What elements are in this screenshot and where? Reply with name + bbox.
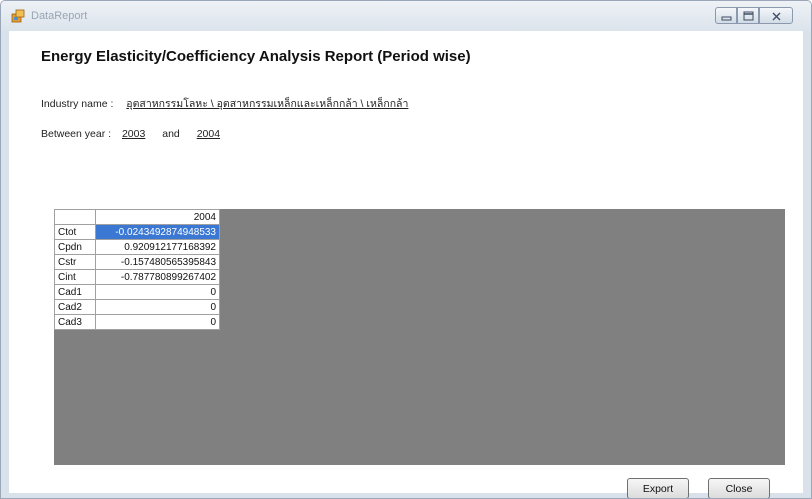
table-row[interactable]: Ctot -0.0243492874948533: [54, 224, 220, 240]
maximize-button[interactable]: [737, 7, 759, 24]
value-cell[interactable]: -0.0243492874948533: [95, 224, 220, 240]
table-row[interactable]: Cstr -0.157480565395843: [54, 254, 220, 270]
close-window-button[interactable]: [759, 7, 793, 24]
year-from: 2003: [121, 128, 146, 140]
report-heading: Energy Elasticity/Coefficiency Analysis …: [41, 48, 471, 65]
minimize-button[interactable]: [715, 7, 737, 24]
title-bar[interactable]: DataReport: [1, 1, 811, 31]
data-grid[interactable]: 2004 Ctot -0.0243492874948533 Cpdn 0.9209121…: [54, 209, 785, 465]
year-and-label: and: [162, 128, 180, 140]
value-cell[interactable]: -0.787780899267402: [95, 269, 220, 285]
maximize-icon: [743, 11, 754, 21]
year-to: 2004: [196, 128, 221, 140]
row-header[interactable]: Cad2: [54, 299, 96, 315]
row-header[interactable]: Ctot: [54, 224, 96, 240]
table-row[interactable]: Cpdn 0.920912177168392: [54, 239, 220, 255]
row-header[interactable]: Cstr: [54, 254, 96, 270]
row-header[interactable]: Cint: [54, 269, 96, 285]
close-button[interactable]: Close: [708, 478, 770, 498]
export-button[interactable]: Export: [627, 478, 689, 498]
value-cell[interactable]: 0.920912177168392: [95, 239, 220, 255]
row-header[interactable]: Cpdn: [54, 239, 96, 255]
column-header[interactable]: 2004: [95, 209, 220, 225]
value-cell[interactable]: 0: [95, 314, 220, 330]
table-row[interactable]: Cad2 0: [54, 299, 220, 315]
minimize-icon: [721, 16, 732, 21]
industry-row: Industry name : อุตสาหกรรมโลหะ \ อุตสาหก…: [41, 95, 408, 112]
report-window: DataReport Energy Elasticity/Coefficienc…: [0, 0, 812, 499]
table-row[interactable]: Cad1 0: [54, 284, 220, 300]
grid-corner-cell[interactable]: [54, 209, 96, 225]
window-title: DataReport: [31, 10, 88, 22]
value-cell[interactable]: -0.157480565395843: [95, 254, 220, 270]
close-icon: [772, 12, 781, 21]
year-row: Between year : 2003 and 2004: [41, 128, 220, 140]
value-cell[interactable]: 0: [95, 299, 220, 315]
industry-label: Industry name :: [41, 98, 114, 110]
data-grid-table: 2004 Ctot -0.0243492874948533 Cpdn 0.9209121…: [54, 209, 220, 330]
industry-value: อุตสาหกรรมโลหะ \ อุตสาหกรรมเหล็กและเหล็ก…: [126, 98, 409, 110]
table-row[interactable]: Cint -0.787780899267402: [54, 269, 220, 285]
row-header[interactable]: Cad3: [54, 314, 96, 330]
app-icon: [11, 9, 25, 23]
row-header[interactable]: Cad1: [54, 284, 96, 300]
table-row[interactable]: Cad3 0: [54, 314, 220, 330]
grid-header-row: 2004: [54, 209, 220, 225]
value-cell[interactable]: 0: [95, 284, 220, 300]
year-label: Between year :: [41, 128, 112, 140]
